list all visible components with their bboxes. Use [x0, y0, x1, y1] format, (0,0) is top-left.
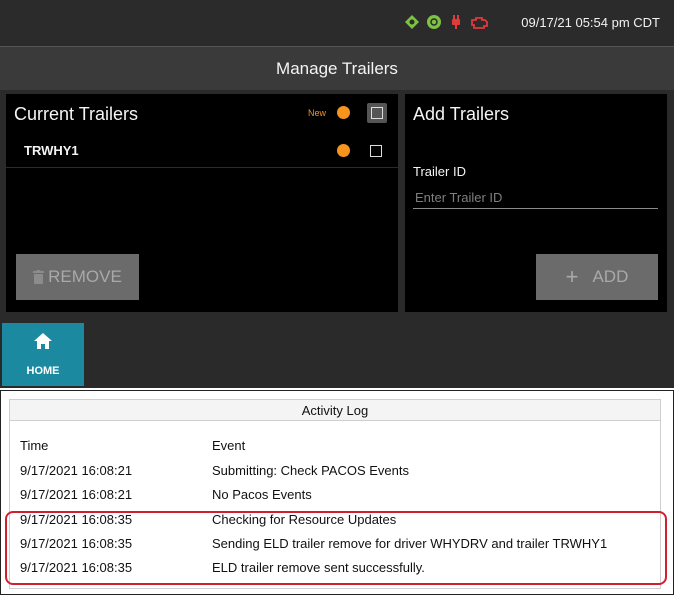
select-all-checkbox[interactable]	[367, 103, 387, 123]
add-button[interactable]: + ADD	[536, 254, 658, 300]
activity-log-window: Activity Log Time Event 9/17/2021 16:08:…	[0, 390, 674, 595]
signal-icon	[427, 15, 441, 29]
activity-log-title: Activity Log	[301, 403, 369, 418]
home-button[interactable]: HOME	[2, 323, 84, 386]
status-datetime: 09/17/21 05:54 pm CDT	[521, 15, 660, 30]
trailer-id-input[interactable]	[413, 187, 658, 209]
trailer-id-label: Trailer ID	[413, 164, 466, 179]
trailer-id: TRWHY1	[24, 143, 79, 158]
activity-log-titlebar: Activity Log	[9, 399, 661, 421]
highlight-box	[5, 511, 667, 585]
select-all-checkbox-box	[371, 107, 383, 119]
new-label: New	[308, 108, 327, 118]
trailer-row[interactable]: TRWHY1	[6, 136, 398, 168]
log-event: Submitting: Check PACOS Events	[212, 463, 410, 478]
plus-icon: +	[565, 264, 579, 289]
log-row[interactable]: 9/17/2021 16:08:21 No Pacos Events	[10, 483, 660, 507]
trash-icon	[33, 270, 45, 284]
add-button-label: ADD	[592, 267, 629, 286]
status-icons	[404, 14, 490, 30]
add-trailers-panel: Add Trailers Trailer ID + ADD	[405, 94, 667, 312]
log-event: No Pacos Events	[212, 487, 312, 502]
power-plug-icon	[452, 15, 460, 29]
log-row[interactable]: 9/17/2021 16:08:21 Submitting: Check PAC…	[10, 459, 660, 483]
current-trailers-heading: Current Trailers	[14, 104, 139, 124]
add-trailers-heading: Add Trailers	[413, 104, 510, 124]
home-icon	[34, 333, 52, 349]
trailer-checkbox[interactable]	[370, 145, 382, 157]
status-bar: 09/17/21 05:54 pm CDT	[0, 0, 674, 46]
current-trailers-panel: Current Trailers New TRWHY1 REMOVE	[6, 94, 398, 312]
remove-button-label: REMOVE	[48, 267, 122, 286]
log-time: 9/17/2021 16:08:21	[20, 487, 133, 502]
engine-icon	[471, 17, 488, 29]
tablet-screen: 09/17/21 05:54 pm CDT Manage Trailers Cu…	[0, 0, 674, 388]
log-time: 9/17/2021 16:08:21	[20, 463, 133, 478]
header-bar: Manage Trailers	[0, 46, 674, 90]
home-label: HOME	[26, 365, 60, 377]
column-header-time: Time	[20, 438, 49, 453]
remove-button[interactable]: REMOVE	[16, 254, 139, 300]
column-header-event: Event	[212, 438, 246, 453]
gps-icon	[405, 15, 419, 29]
new-indicator-dot	[337, 106, 350, 119]
trailer-status-dot	[337, 144, 350, 157]
page-title: Manage Trailers	[276, 59, 398, 78]
